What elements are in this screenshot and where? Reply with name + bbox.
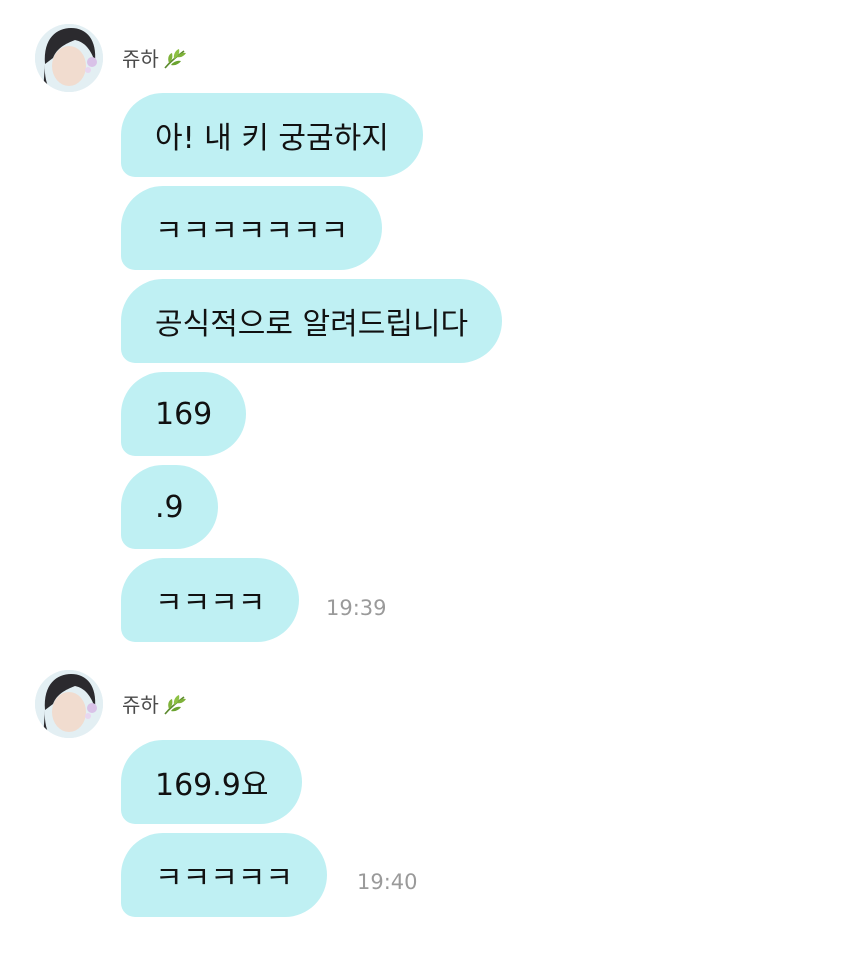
avatar[interactable] xyxy=(35,24,103,92)
message-text: 아! 내 키 궁굼하지 xyxy=(155,121,389,156)
message-bubble[interactable]: ㅋㅋㅋㅋㅋ xyxy=(121,833,327,917)
message-bubble[interactable]: 169 xyxy=(121,372,247,456)
avatar-photo xyxy=(35,24,103,92)
message-timestamp: 19:39 xyxy=(326,596,387,620)
message-text: ㅋㅋㅋㅋㅋㅋㅋ xyxy=(155,214,349,249)
leaf-icon xyxy=(162,693,188,717)
message-bubble[interactable]: 169.9요 xyxy=(121,740,303,824)
message-text: 169.9요 xyxy=(155,768,269,803)
message-timestamp: 19:40 xyxy=(357,870,418,894)
message-text: 169 xyxy=(155,396,213,432)
message-bubble[interactable]: ㅋㅋㅋㅋㅋㅋㅋ xyxy=(121,186,383,270)
avatar-photo xyxy=(35,670,103,738)
message-bubble[interactable]: .9 xyxy=(121,465,218,549)
leaf-icon xyxy=(162,47,188,71)
sender-name: 쥬하 xyxy=(122,693,188,717)
sender-name-text: 쥬하 xyxy=(122,47,159,71)
message-text: ㅋㅋㅋㅋㅋ xyxy=(155,861,293,896)
message-bubble[interactable]: 아! 내 키 궁굼하지 xyxy=(121,93,423,177)
message-bubble[interactable]: ㅋㅋㅋㅋ xyxy=(121,558,300,642)
message-text: 공식적으로 알려드립니다 xyxy=(155,307,469,342)
message-text: ㅋㅋㅋㅋ xyxy=(155,586,266,621)
sender-name-text: 쥬하 xyxy=(122,693,159,717)
sender-name: 쥬하 xyxy=(122,47,188,71)
message-text: .9 xyxy=(155,489,184,525)
avatar[interactable] xyxy=(35,670,103,738)
message-bubble[interactable]: 공식적으로 알려드립니다 xyxy=(121,279,503,363)
